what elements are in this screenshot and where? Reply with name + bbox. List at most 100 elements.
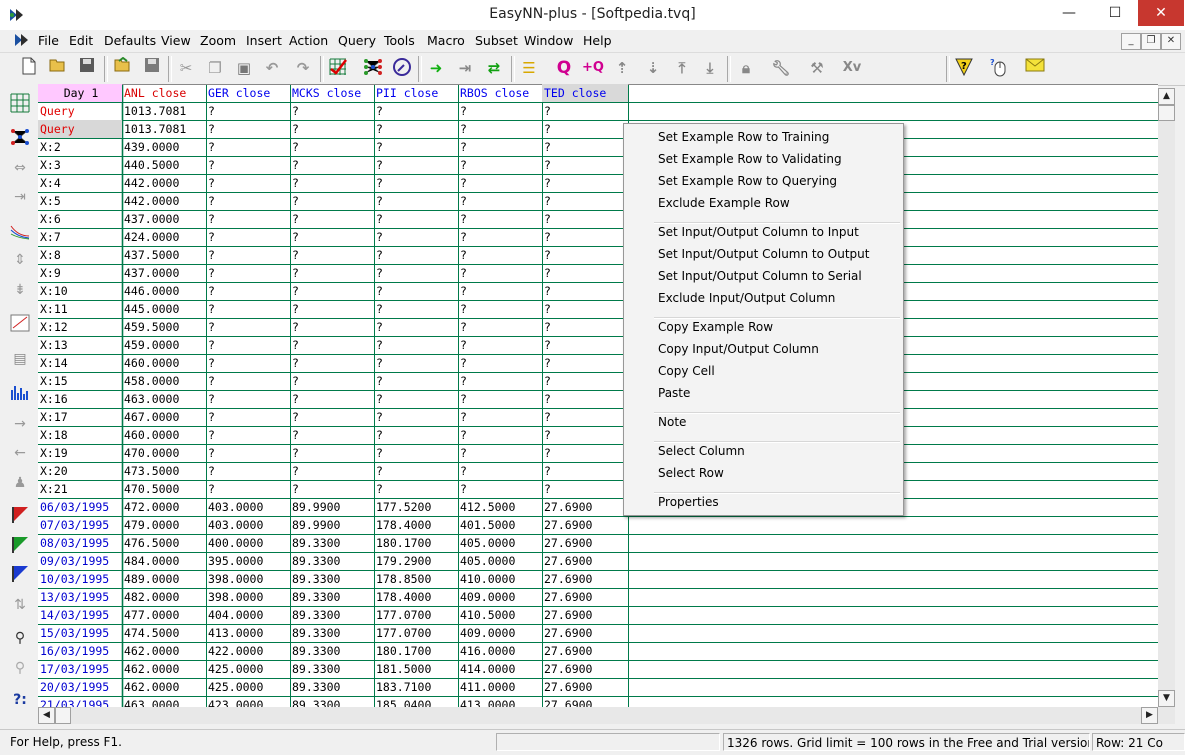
menu-edit[interactable]: Edit: [69, 33, 93, 48]
grid-cell[interactable]: ?: [290, 210, 374, 228]
grid-cell[interactable]: ?: [206, 246, 290, 264]
grid-cell[interactable]: 181.5000: [374, 660, 458, 678]
grid-cell[interactable]: ?: [374, 174, 458, 192]
grid-cell[interactable]: 401.5000: [458, 516, 542, 534]
sort-icon[interactable]: ☰: [518, 57, 540, 79]
maximize-button[interactable]: ☐: [1092, 0, 1138, 26]
grid-cell[interactable]: ?: [542, 174, 628, 192]
grid-cell[interactable]: ?: [542, 354, 628, 372]
grid-cell[interactable]: 458.0000: [122, 372, 206, 390]
grid-cell[interactable]: 179.2900: [374, 552, 458, 570]
context-menu-item[interactable]: Set Example Row to Training: [658, 130, 829, 144]
grid-cell[interactable]: ?: [458, 246, 542, 264]
grid-cell[interactable]: ?: [290, 228, 374, 246]
grid-cell[interactable]: 27.6900: [542, 588, 628, 606]
grid-cell[interactable]: 27.6900: [542, 570, 628, 588]
grid-cell[interactable]: 472.0000: [122, 498, 206, 516]
grid-cell[interactable]: 89.3300: [290, 588, 374, 606]
row-label[interactable]: X:9: [38, 264, 122, 282]
sensitivity-icon[interactable]: [8, 384, 32, 406]
grid-cell[interactable]: ?: [206, 138, 290, 156]
grid-cell[interactable]: 462.0000: [122, 660, 206, 678]
grid-cell[interactable]: 89.9900: [290, 498, 374, 516]
grid-cell[interactable]: ?: [206, 156, 290, 174]
row-label[interactable]: Query: [38, 120, 122, 138]
row-label[interactable]: 20/03/1995: [38, 678, 122, 696]
querying-flag-icon[interactable]: [8, 564, 32, 586]
grid-cell[interactable]: ?: [290, 102, 374, 120]
redo-icon[interactable]: ↷: [292, 57, 314, 79]
grid-cell[interactable]: ?: [458, 408, 542, 426]
grid-cell[interactable]: 27.6900: [542, 534, 628, 552]
grid-cell[interactable]: 177.0700: [374, 606, 458, 624]
grid-cell[interactable]: 89.3300: [290, 696, 374, 707]
grid-cell[interactable]: ?: [206, 102, 290, 120]
grid-cell[interactable]: 477.0000: [122, 606, 206, 624]
grid-cell[interactable]: ?: [542, 372, 628, 390]
grid-cell[interactable]: 460.0000: [122, 354, 206, 372]
row-label[interactable]: X:15: [38, 372, 122, 390]
new-icon[interactable]: [18, 57, 40, 79]
grid-cell[interactable]: ?: [374, 462, 458, 480]
xv-icon[interactable]: Xv: [841, 57, 863, 79]
row-label[interactable]: 10/03/1995: [38, 570, 122, 588]
help-pointer-icon[interactable]: ?: [953, 57, 975, 79]
grid-cell[interactable]: ?: [206, 426, 290, 444]
grid-cell[interactable]: 437.0000: [122, 210, 206, 228]
grid-cell[interactable]: 474.5000: [122, 624, 206, 642]
sort-arrows-icon[interactable]: ⇅: [8, 594, 32, 616]
grid-cell[interactable]: ?: [374, 354, 458, 372]
scroll-down-icon[interactable]: ▼: [1158, 690, 1175, 707]
grid-cell[interactable]: ?: [542, 318, 628, 336]
menu-file[interactable]: File: [38, 33, 59, 48]
open-icon[interactable]: [47, 57, 69, 79]
grid-cell[interactable]: 445.0000: [122, 300, 206, 318]
mdi-minimize-button[interactable]: _: [1121, 33, 1141, 50]
horizontal-scrollbar[interactable]: ◀ ▶: [38, 707, 1175, 724]
grid-cell[interactable]: ?: [290, 444, 374, 462]
row-label[interactable]: X:17: [38, 408, 122, 426]
grid-cell[interactable]: ?: [206, 282, 290, 300]
grid-cell[interactable]: 442.0000: [122, 174, 206, 192]
grid-cell[interactable]: 410.5000: [458, 606, 542, 624]
grid-cell[interactable]: ?: [542, 300, 628, 318]
save-as-icon[interactable]: [141, 57, 163, 79]
data-grid[interactable]: Day 1 ANL close GER close MCKS close PII clo…: [38, 84, 1158, 707]
column-header[interactable]: PII close: [374, 84, 458, 102]
menu-help[interactable]: Help: [583, 33, 612, 48]
vertical-scrollbar[interactable]: ▲ ▼: [1158, 88, 1175, 708]
wrench-icon[interactable]: 🔧︎: [770, 57, 792, 79]
column-header[interactable]: TED close: [542, 84, 628, 102]
grid-cell[interactable]: 185.0400: [374, 696, 458, 707]
grid-cell[interactable]: ?: [458, 174, 542, 192]
grid-cell[interactable]: 27.6900: [542, 606, 628, 624]
grid-cell[interactable]: 422.0000: [206, 642, 290, 660]
grid-cell[interactable]: ?: [290, 156, 374, 174]
grid-cell[interactable]: 473.5000: [122, 462, 206, 480]
grid-cell[interactable]: ?: [290, 372, 374, 390]
context-menu-item[interactable]: Copy Cell: [658, 364, 715, 378]
row-label[interactable]: X:18: [38, 426, 122, 444]
grid-cell[interactable]: ?: [458, 354, 542, 372]
row-label[interactable]: 15/03/1995: [38, 624, 122, 642]
row-label[interactable]: X:6: [38, 210, 122, 228]
column-header[interactable]: RBOS close: [458, 84, 542, 102]
row-label[interactable]: X:5: [38, 192, 122, 210]
row-label[interactable]: X:13: [38, 336, 122, 354]
row-label[interactable]: X:8: [38, 246, 122, 264]
grid-cell[interactable]: ?: [542, 138, 628, 156]
grid-cell[interactable]: 423.0000: [206, 696, 290, 707]
grid-cell[interactable]: 180.1700: [374, 642, 458, 660]
scatter-graph-icon[interactable]: [8, 314, 32, 336]
grid-cell[interactable]: 489.0000: [122, 570, 206, 588]
save-icon[interactable]: [76, 57, 98, 79]
grid-cell[interactable]: 479.0000: [122, 516, 206, 534]
grid-cell[interactable]: ?: [374, 156, 458, 174]
row-label[interactable]: X:4: [38, 174, 122, 192]
grid-cell[interactable]: ?: [542, 228, 628, 246]
grid-cell[interactable]: 409.0000: [458, 588, 542, 606]
vertical-scroll-thumb[interactable]: [1158, 105, 1175, 121]
grid-cell[interactable]: 89.3300: [290, 606, 374, 624]
grid-cell[interactable]: ?: [458, 138, 542, 156]
menu-window[interactable]: Window: [524, 33, 573, 48]
